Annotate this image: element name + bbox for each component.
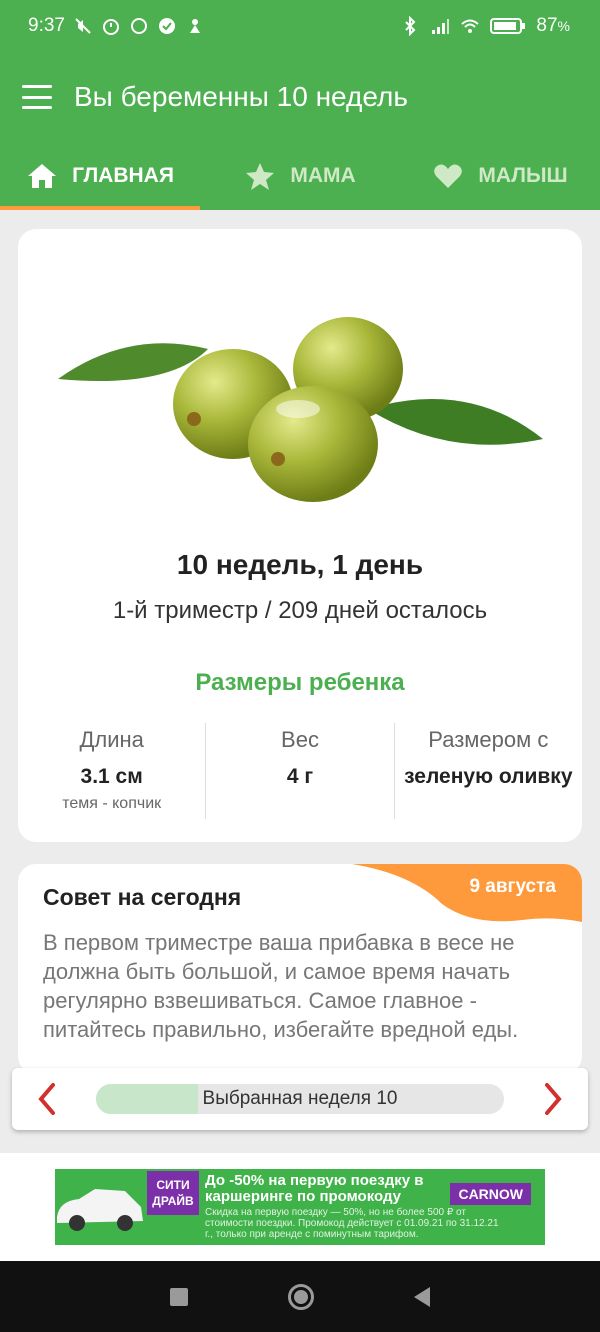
size-compare: Размером с зеленую оливку [393,723,582,819]
battery-icon [490,18,526,34]
tab-home[interactable]: ГЛАВНАЯ [0,142,200,210]
back-icon[interactable] [414,1286,430,1307]
wifi-icon [461,19,480,33]
app-bar: Вы беременны 10 недель [0,52,600,142]
week-progress[interactable]: Выбранная неделя 10 [96,1084,504,1114]
ad-logo: СИТИ ДРАЙВ [147,1171,199,1215]
system-nav-bar [0,1261,600,1332]
baby-sizes: Длина 3.1 см темя - копчик Вес 4 г Разме… [18,723,582,819]
tab-mom[interactable]: МАМА [200,142,400,210]
ad-fine-print: Скидка на первую поездку — 50%, но не бо… [205,1207,499,1240]
star-icon [246,163,275,190]
alarm-icon [102,19,119,35]
olive-image [58,317,543,502]
chevron-right-icon [545,1083,562,1115]
bluetooth-icon [405,16,416,36]
week-title: 10 недель, 1 день [176,549,424,580]
home-icon [28,164,57,188]
page-title: Вы беременны 10 недель [74,81,408,112]
week-subtitle: 1-й триместр / 209 дней осталось [112,597,488,624]
week-progress-label: Выбранная неделя 10 [202,1088,398,1109]
week-card: 10 недель, 1 день 1-й триместр / 209 дне… [18,229,582,842]
home-button-icon[interactable] [288,1283,314,1310]
size-weight-value: 4 г [286,765,314,788]
tab-bar: ГЛАВНАЯ МАМА МАЛЫШ [0,142,600,210]
menu-icon[interactable] [22,85,52,109]
app-notification-icon [130,18,147,34]
baby-icon [189,19,200,33]
ad-brand: CARNOW [450,1183,531,1205]
baby-sizes-title: Размеры ребенка [195,669,405,696]
recents-icon[interactable] [170,1287,188,1306]
size-length: Длина 3.1 см темя - копчик [18,723,205,819]
heart-icon [434,164,463,188]
ad-headline: До -50% на первую поездку в каршеринге п… [205,1172,424,1205]
signal-icon [432,19,450,34]
status-time: 9:37 [28,15,65,36]
size-weight-label: Вес [281,727,319,752]
prev-week-button[interactable] [12,1068,82,1130]
week-navigator: Выбранная неделя 10 [12,1068,588,1130]
mute-icon [75,18,91,34]
chevron-left-icon [38,1083,55,1115]
tab-mom-label: МАМА [290,164,356,187]
ad-area: СИТИ ДРАЙВ До -50% на первую поездку в к… [0,1153,600,1261]
tip-card[interactable]: Совет на сегодня 9 августа В первом трим… [18,864,582,1074]
battery-level: 87% [536,15,570,36]
check-circle-icon [158,18,175,34]
next-week-button[interactable] [518,1068,588,1130]
size-length-note: темя - копчик [62,795,162,812]
tip-title: Совет на сегодня [43,884,242,910]
tip-date: 9 августа [469,876,556,897]
car-image [57,1189,143,1231]
tab-baby[interactable]: МАЛЫШ [400,142,600,210]
size-compare-label: Размером с [428,727,549,752]
size-length-label: Длина [79,727,144,752]
ad-banner[interactable]: СИТИ ДРАЙВ До -50% на первую поездку в к… [55,1169,545,1245]
tip-text: В первом триместре ваша прибавка в весе … [43,930,519,1042]
tip-date-badge: 9 августа [352,864,582,924]
size-weight: Вес 4 г [205,723,393,819]
size-compare-value: зеленую оливку [404,765,573,788]
tab-home-label: ГЛАВНАЯ [72,164,174,187]
tab-baby-label: МАЛЫШ [478,164,568,187]
status-bar: 9:37 87% [0,0,600,52]
size-length-value: 3.1 см [80,765,143,788]
